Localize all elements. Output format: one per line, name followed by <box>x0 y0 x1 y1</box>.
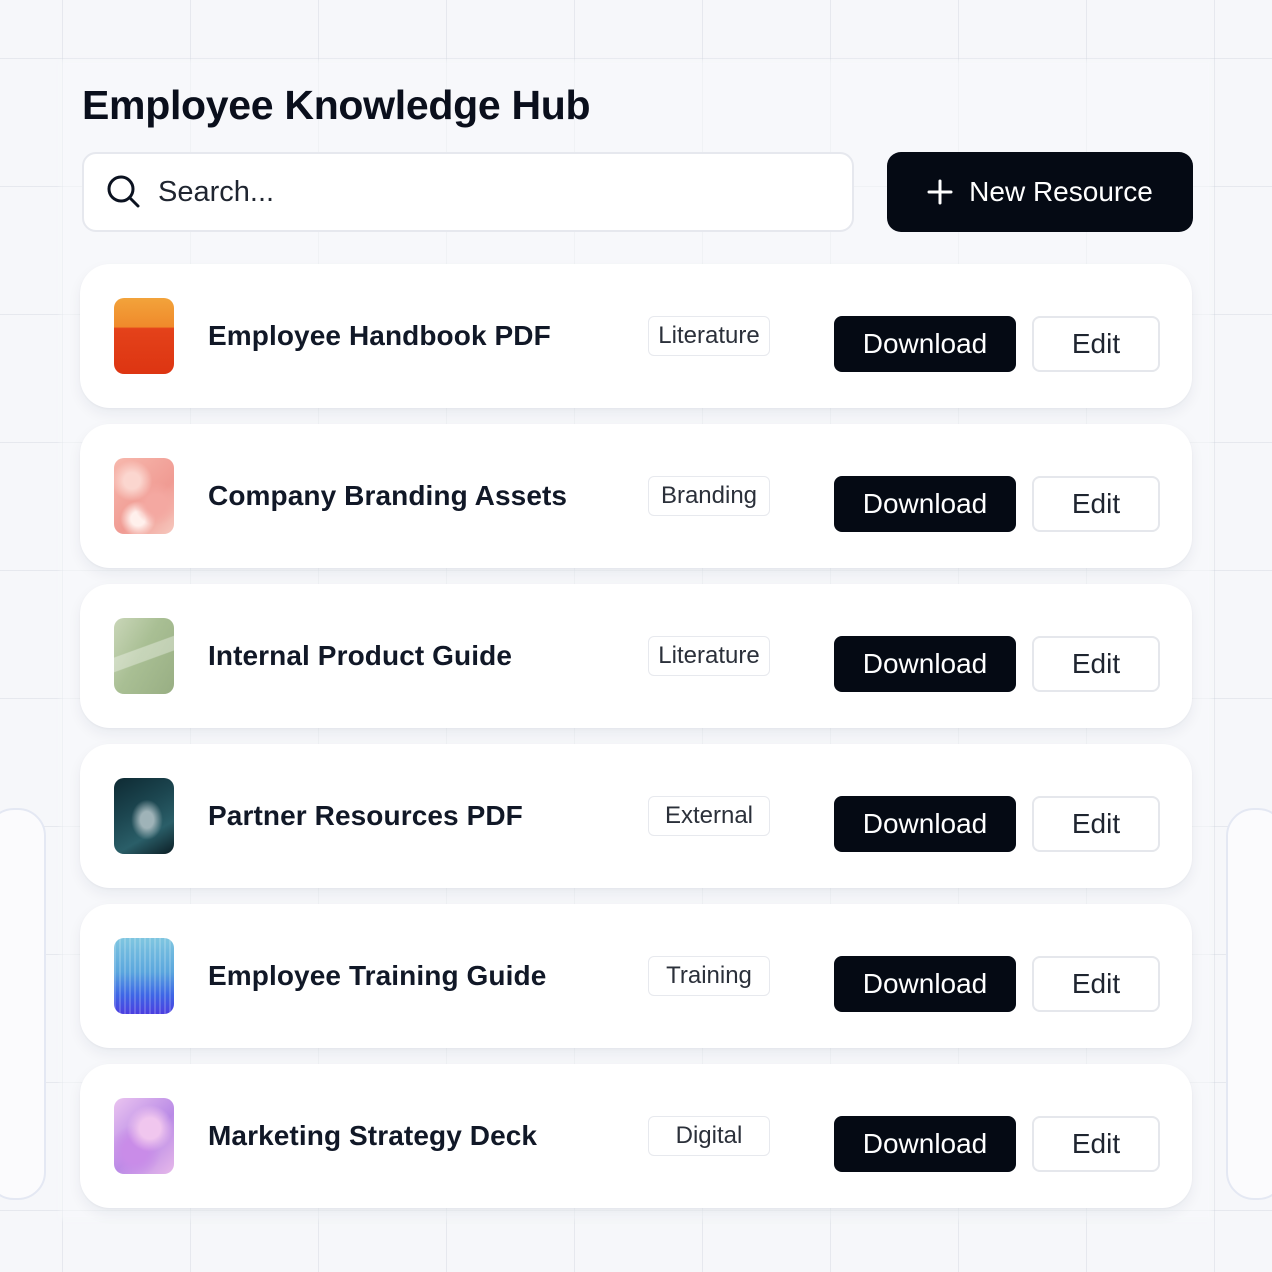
edit-button[interactable]: Edit <box>1032 796 1160 852</box>
resource-title: Partner Resources PDF <box>208 800 523 831</box>
download-button[interactable]: Download <box>834 956 1016 1012</box>
resource-row: Company Branding Assets Branding Downloa… <box>80 424 1192 568</box>
resource-thumbnail <box>114 458 174 534</box>
resource-title: Employee Handbook PDF <box>208 320 551 351</box>
resource-thumbnail <box>114 298 174 374</box>
search-icon <box>106 174 142 210</box>
resource-thumbnail <box>114 938 174 1014</box>
resource-row: Internal Product Guide Literature Downlo… <box>80 584 1192 728</box>
resource-title: Internal Product Guide <box>208 640 513 671</box>
new-resource-button[interactable]: New Resource <box>887 152 1193 232</box>
edit-button[interactable]: Edit <box>1032 636 1160 692</box>
page-title: Employee Knowledge Hub <box>82 82 591 128</box>
resource-title: Employee Training Guide <box>208 960 547 991</box>
category-tag: Digital <box>648 1116 770 1156</box>
resource-thumbnail <box>114 778 174 854</box>
download-button[interactable]: Download <box>834 316 1016 372</box>
resource-row: Partner Resources PDF External Download … <box>80 744 1192 888</box>
edit-button[interactable]: Edit <box>1032 1116 1160 1172</box>
download-button[interactable]: Download <box>834 796 1016 852</box>
resource-thumbnail <box>114 618 174 694</box>
edit-button[interactable]: Edit <box>1032 956 1160 1012</box>
resource-row: Employee Handbook PDF Literature Downloa… <box>80 264 1192 408</box>
side-card-right <box>1226 808 1272 1200</box>
resource-title: Company Branding Assets <box>208 480 568 511</box>
category-tag: Branding <box>648 476 770 516</box>
category-tag: Literature <box>648 316 770 356</box>
category-tag: Literature <box>648 636 770 676</box>
category-tag: External <box>648 796 770 836</box>
download-button[interactable]: Download <box>834 636 1016 692</box>
edit-button[interactable]: Edit <box>1032 316 1160 372</box>
download-button[interactable]: Download <box>834 476 1016 532</box>
resource-thumbnail <box>114 1098 174 1174</box>
resource-row: Employee Training Guide Training Downloa… <box>80 904 1192 1048</box>
side-card-left <box>0 808 46 1200</box>
new-resource-label: New Resource <box>969 176 1153 207</box>
edit-button[interactable]: Edit <box>1032 476 1160 532</box>
search-input[interactable] <box>158 175 798 209</box>
resource-list: Employee Handbook PDF Literature Downloa… <box>80 264 1192 1224</box>
download-button[interactable]: Download <box>834 1116 1016 1172</box>
category-tag: Training <box>648 956 770 996</box>
plus-icon <box>927 179 953 205</box>
resource-row: Marketing Strategy Deck Digital Download… <box>80 1064 1192 1208</box>
resource-title: Marketing Strategy Deck <box>208 1120 538 1151</box>
search-box[interactable] <box>82 152 854 232</box>
